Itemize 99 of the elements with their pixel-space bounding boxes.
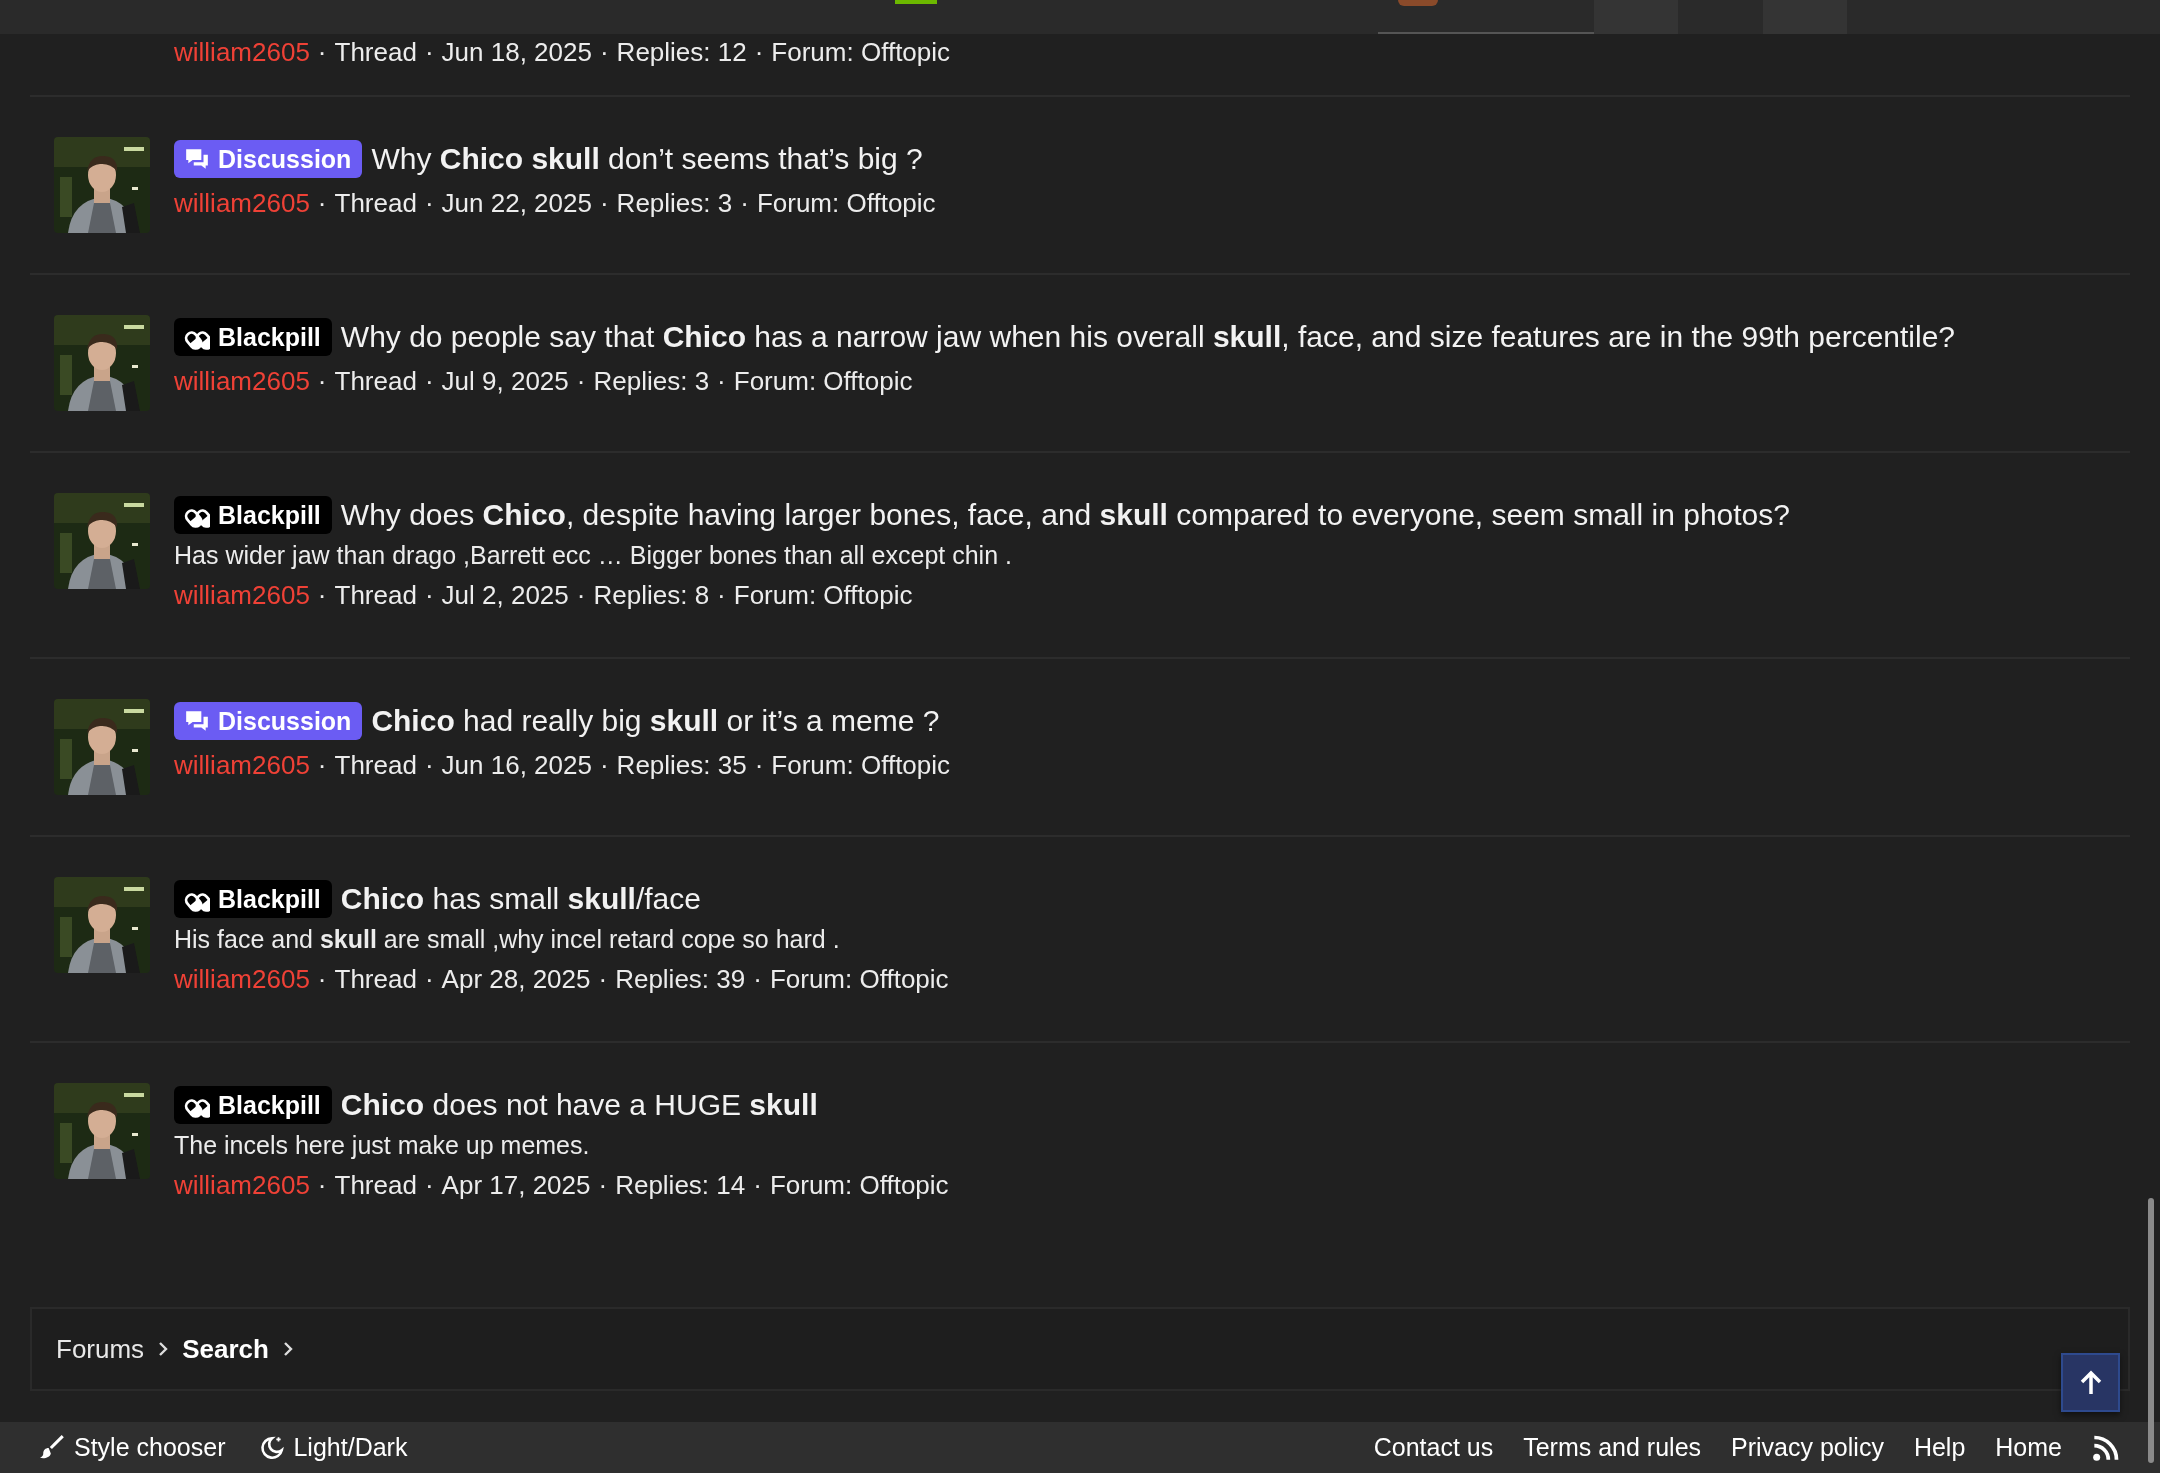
thread-title[interactable]: Chico had really big skull or it’s a meme ? [371,704,940,738]
footer-link[interactable]: Privacy policy [1731,1433,1884,1462]
author-link[interactable]: william2605 [174,963,310,995]
separator-dot: · [740,187,749,219]
thread-title[interactable]: Why Chico skull don’t seems that’s big ? [371,142,923,176]
rss-icon[interactable] [2092,1433,2120,1462]
footer-link[interactable]: Terms and rules [1523,1433,1702,1462]
footer-link[interactable]: Light/Dark [293,1433,408,1462]
separator-dot: · [598,1169,608,1201]
separator-dot: · [424,963,434,995]
thread-type: Thread [334,963,417,995]
author-link[interactable]: william2605 [174,36,310,68]
breadcrumb-link[interactable]: Forums [56,1333,145,1365]
thread-title[interactable]: Chico does not have a HUGE skull [340,1088,818,1122]
separator-dot: · [598,963,608,995]
author-link[interactable]: william2605 [174,579,310,611]
reply-count: Replies: 12 [616,36,747,68]
chevron-icon [282,1341,293,1357]
thread-date: Jun 16, 2025 [441,749,592,781]
separator-dot: · [576,365,586,397]
thread-title[interactable]: Why do people say that Chico has a narrow jaw when his overall skull, face, and size features are in the 99th percentile? [340,320,1956,354]
separator-dot: · [317,187,327,219]
thread-snippet: The incels here just make up memes. [174,1130,591,1161]
author-link[interactable]: william2605 [174,187,310,219]
thread-date: Apr 28, 2025 [441,963,591,995]
separator-dot: · [754,749,764,781]
separator-dot: · [753,1169,762,1201]
separator-dot: · [424,36,434,68]
thread-date: Jul 9, 2025 [441,365,569,397]
avatar-icon[interactable] [1398,0,1438,6]
separator-dot: · [753,963,762,995]
forum-link[interactable]: Forum: Offtopic [769,963,949,995]
separator-dot: · [424,187,434,219]
prefix-badge[interactable]: Discussion [174,140,363,178]
reply-count: Replies: 8 [593,579,710,611]
forum-link[interactable]: Forum: Offtopic [771,36,951,68]
forum-link[interactable]: Forum: Offtopic [769,1169,949,1201]
moon-icon [259,1434,286,1461]
thread-type: Thread [334,187,417,219]
thread-date: Apr 17, 2025 [441,1169,591,1201]
reply-count: Replies: 3 [593,365,710,397]
author-link[interactable]: william2605 [174,749,310,781]
separator-dot: · [424,1169,434,1201]
prefix-badge[interactable]: Discussion [174,702,363,740]
chat-bubbles-icon [184,708,210,734]
separator-dot: · [317,749,327,781]
separator-dot: · [317,579,327,611]
thread-type: Thread [334,1169,417,1201]
separator-dot: · [717,579,726,611]
separator-dot: · [424,365,434,397]
thread-type: Thread [334,749,417,781]
author-link[interactable]: william2605 [174,365,310,397]
footer-link[interactable]: Contact us [1373,1433,1494,1462]
separator-dot: · [717,365,726,397]
reply-count: Replies: 3 [616,187,733,219]
footer-link[interactable]: Style chooser [74,1433,226,1462]
thread-title[interactable]: Chico has small skull/face [340,882,701,916]
brush-icon [40,1434,66,1461]
separator-dot: · [317,1169,327,1201]
prefix-badge[interactable]: Blackpill [174,1086,332,1124]
separator-dot: · [599,36,609,68]
separator-dot: · [576,579,586,611]
forum-link[interactable]: Forum: Offtopic [756,187,936,219]
forum-link[interactable]: Forum: Offtopic [733,579,913,611]
back-to-top-button[interactable] [2061,1353,2120,1412]
separator-dot: · [317,963,327,995]
nav-indicator [895,0,937,4]
forum-link[interactable]: Forum: Offtopic [733,365,913,397]
prefix-badge[interactable]: Blackpill [174,496,332,534]
thread-type: Thread [334,579,417,611]
thread-date: Jun 22, 2025 [441,187,592,219]
thread-type: Thread [334,365,417,397]
chevron-icon [158,1341,169,1357]
forum-link[interactable]: Forum: Offtopic [771,749,951,781]
separator-dot: · [754,36,764,68]
footer-link[interactable]: Help [1913,1433,1966,1462]
thread-snippet: Has wider jaw than drago ,Barrett ecc … Bigger bones than all except chin . [174,540,1013,571]
scrollbar[interactable] [2148,1198,2154,1463]
separator-dot: · [317,365,327,397]
separator-dot: · [424,749,434,781]
thread-type: Thread [334,36,417,68]
reply-count: Replies: 14 [615,1169,746,1201]
footer-link[interactable]: Home [1995,1433,2062,1462]
thread-snippet: His face and skull are small ,why incel retard cope so hard . [174,924,841,955]
chat-bubbles-icon [184,146,210,172]
thread-title[interactable]: Why does Chico, despite having larger bones, face, and skull compared to everyone, seem small in photos? [340,498,1790,532]
breadcrumb-link[interactable]: Search [182,1333,269,1365]
up-arrow-icon [2078,1369,2103,1396]
separator-dot: · [424,579,434,611]
separator-dot: · [317,36,327,68]
prefix-badge[interactable]: Blackpill [174,318,332,356]
prefix-badge[interactable]: Blackpill [174,880,332,918]
thread-date: Jul 2, 2025 [441,579,569,611]
separator-dot: · [599,749,609,781]
thread-date: Jun 18, 2025 [441,36,592,68]
author-link[interactable]: william2605 [174,1169,310,1201]
reply-count: Replies: 39 [615,963,746,995]
separator-dot: · [599,187,609,219]
reply-count: Replies: 35 [616,749,747,781]
